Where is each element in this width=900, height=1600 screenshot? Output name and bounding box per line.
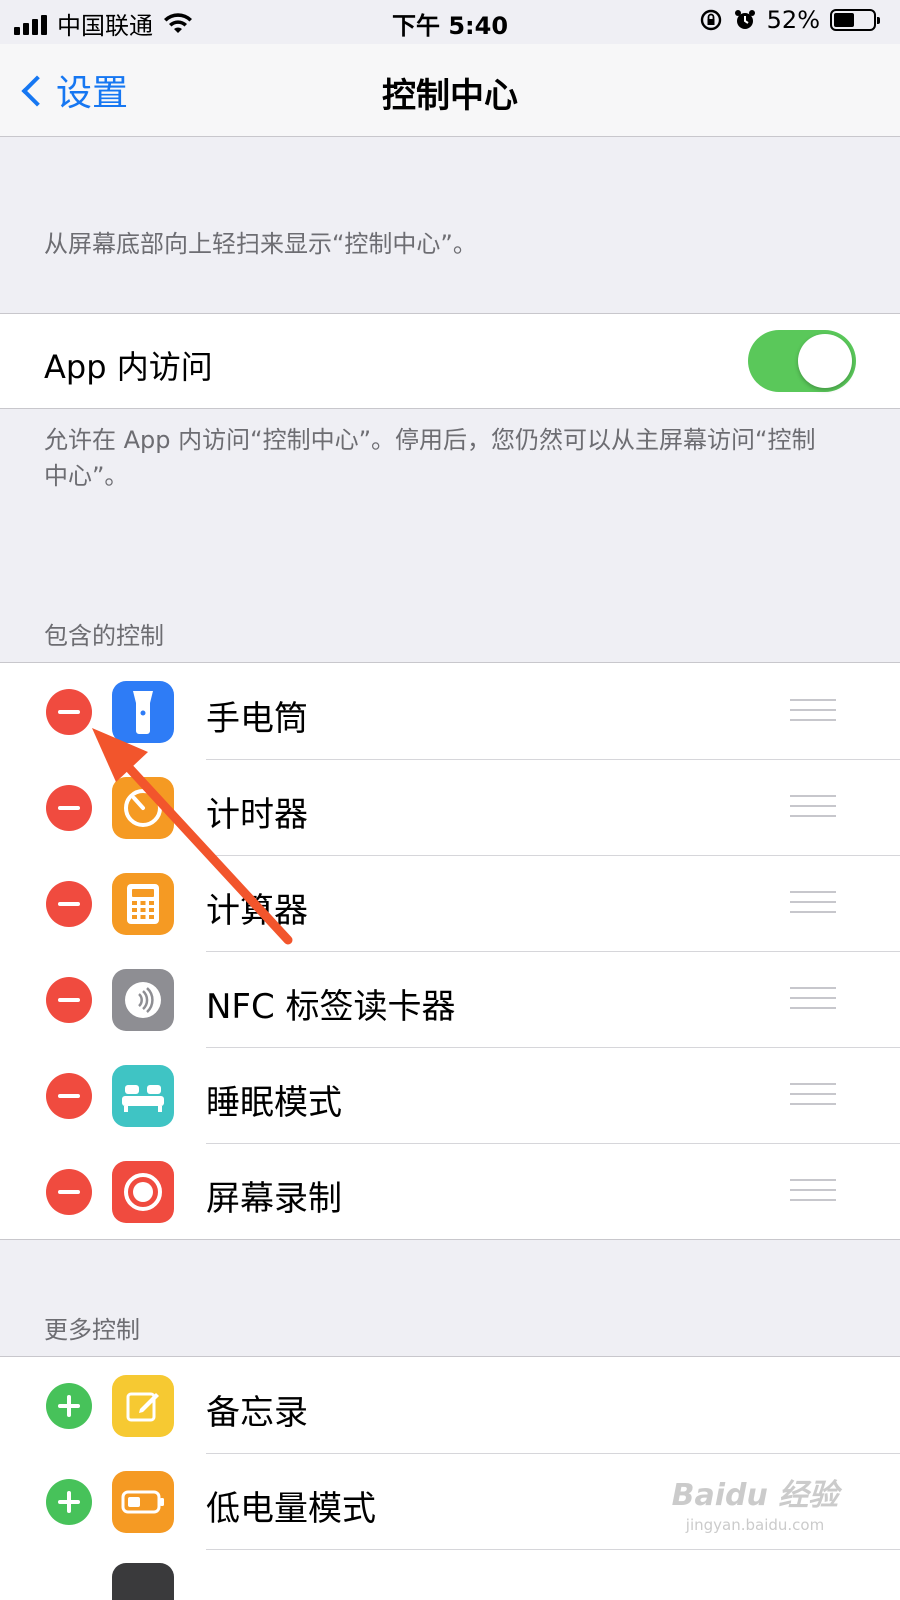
app-access-cell: App 内访问 bbox=[0, 313, 900, 409]
control-row-timer: 计时器 bbox=[0, 759, 900, 855]
control-label: 低电量模式 bbox=[206, 1489, 376, 1529]
remove-flashlight-button[interactable] bbox=[46, 689, 92, 735]
watermark-logo-text: Baidu 经验 bbox=[671, 1478, 839, 1513]
status-right: 52% bbox=[699, 6, 880, 34]
control-label: 备忘录 bbox=[206, 1393, 308, 1433]
toggle-knob bbox=[798, 334, 852, 388]
control-row-calculator: 计算器 bbox=[0, 855, 900, 951]
control-row-flashlight: 手电筒 bbox=[0, 663, 900, 759]
app-access-toggle[interactable] bbox=[748, 330, 856, 392]
add-low-power-mode-button[interactable] bbox=[46, 1479, 92, 1525]
rotation-lock-icon bbox=[700, 9, 721, 31]
reorder-handle-icon[interactable] bbox=[790, 1179, 836, 1203]
included-controls-header: 包含的控制 bbox=[44, 622, 164, 650]
control-label: 计算器 bbox=[206, 891, 308, 931]
nfc-icon bbox=[112, 969, 174, 1031]
page-title: 控制中心 bbox=[382, 76, 518, 116]
calculator-icon bbox=[112, 873, 174, 935]
control-label: 睡眠模式 bbox=[206, 1083, 342, 1123]
remove-calculator-button[interactable] bbox=[46, 881, 92, 927]
control-label: 手电筒 bbox=[206, 699, 308, 739]
battery-level-fill bbox=[834, 13, 854, 27]
app-access-description: 允许在 App 内访问“控制中心”。停用后，您仍然可以从主屏幕访问“控制中心”。 bbox=[44, 426, 816, 490]
control-label: NFC 标签读卡器 bbox=[206, 987, 456, 1027]
included-controls-list: 手电筒 计时器 计算器 NFC 标签读卡器 睡眠模式 屏幕录制 bbox=[0, 662, 900, 1240]
navigation-bar: 设置 控制中心 bbox=[0, 44, 900, 137]
baidu-watermark-logo: Baidu 经验 jingyan.baidu.com bbox=[670, 1470, 840, 1560]
timer-icon bbox=[112, 777, 174, 839]
reorder-handle-icon[interactable] bbox=[790, 795, 836, 819]
control-row-nfc: NFC 标签读卡器 bbox=[0, 951, 900, 1047]
reorder-handle-icon[interactable] bbox=[790, 1083, 836, 1107]
control-row-notes: 备忘录 bbox=[0, 1357, 900, 1453]
add-notes-button[interactable] bbox=[46, 1383, 92, 1429]
control-row-sleep-mode: 睡眠模式 bbox=[0, 1047, 900, 1143]
control-label: 计时器 bbox=[206, 795, 308, 835]
low-power-icon bbox=[112, 1471, 174, 1533]
remove-sleep-mode-button[interactable] bbox=[46, 1073, 92, 1119]
status-bar: 中国联通 下午 5:40 52% bbox=[0, 0, 900, 44]
bed-icon bbox=[112, 1065, 174, 1127]
remove-nfc-button[interactable] bbox=[46, 977, 92, 1023]
remove-screen-recording-button[interactable] bbox=[46, 1169, 92, 1215]
battery-icon bbox=[830, 9, 880, 31]
more-controls-header: 更多控制 bbox=[44, 1316, 140, 1344]
intro-description: 从屏幕底部向上轻扫来显示“控制中心”。 bbox=[44, 230, 477, 258]
notes-icon bbox=[112, 1375, 174, 1437]
remove-timer-button[interactable] bbox=[46, 785, 92, 831]
control-label: 屏幕录制 bbox=[206, 1179, 342, 1219]
reorder-handle-icon[interactable] bbox=[790, 987, 836, 1011]
control-row-screen-recording: 屏幕录制 bbox=[0, 1143, 900, 1239]
flashlight-icon bbox=[112, 681, 174, 743]
app-icon-partial bbox=[112, 1563, 174, 1600]
reorder-handle-icon[interactable] bbox=[790, 891, 836, 915]
reorder-handle-icon[interactable] bbox=[790, 699, 836, 723]
control-center-settings-screen: 中国联通 下午 5:40 52% 设置 控制中心 从屏幕底部向上轻扫来显示“控制… bbox=[0, 0, 900, 1600]
watermark-url: jingyan.baidu.com bbox=[685, 1516, 825, 1534]
battery-percent: 52% bbox=[766, 6, 820, 34]
app-access-label: App 内访问 bbox=[44, 348, 213, 386]
alarm-icon bbox=[734, 10, 755, 29]
screen-record-icon bbox=[112, 1161, 174, 1223]
